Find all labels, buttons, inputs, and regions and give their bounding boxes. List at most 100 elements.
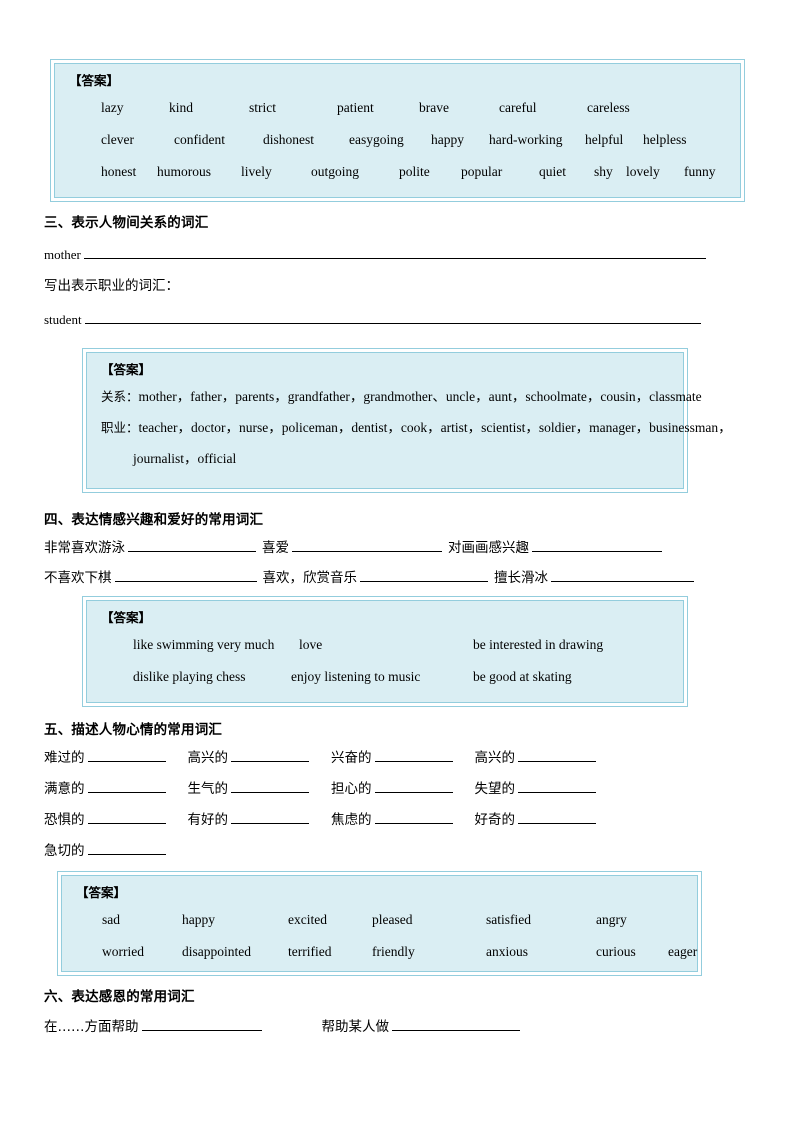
answer-word: brave — [419, 100, 449, 115]
answer-word: happy — [431, 132, 464, 147]
section5-fill-row: 难过的 高兴的 兴奋的 高兴的 — [44, 748, 596, 766]
answer-word: dislike playing chess — [133, 669, 246, 684]
blank-line[interactable] — [141, 1017, 262, 1031]
jobs-label: 职业： — [101, 420, 139, 435]
answer-word: dishonest — [263, 132, 315, 147]
blank-line[interactable] — [532, 538, 662, 552]
fill-label: 担心的 — [331, 781, 372, 797]
answer-word: popular — [461, 164, 503, 179]
answer-row: clever confident dishonest easygoing happy ha… — [55, 124, 740, 156]
blank-line[interactable] — [551, 568, 694, 582]
blank-line[interactable] — [87, 748, 166, 762]
blank-line[interactable] — [87, 810, 166, 824]
fill-label: 有好的 — [187, 812, 229, 828]
blank-line[interactable] — [374, 748, 453, 762]
fill-label: 好奇的 — [474, 812, 516, 828]
worksheet-page: 【答案】 lazy kind strict patient brave careful ca… — [0, 0, 794, 1123]
section-heading-3: 三、表示人物间关系的词汇 — [44, 215, 209, 231]
answer-word: shy — [594, 164, 613, 179]
answer-word: confident — [174, 132, 225, 147]
answer-word: lazy — [101, 100, 124, 115]
answer-word: humorous — [157, 164, 211, 179]
label-student: student — [44, 312, 82, 327]
answer-word: hard-working — [489, 132, 563, 147]
answer-word: excited — [288, 912, 327, 927]
fill-label: 满意的 — [44, 781, 85, 797]
answer-word: easygoing — [349, 132, 404, 147]
blank-line[interactable] — [84, 310, 701, 324]
answer-word: eager — [668, 944, 698, 959]
fill-label: 高兴的 — [187, 750, 229, 766]
answer-word: strict — [249, 100, 276, 115]
answer-word: friendly — [372, 944, 415, 959]
blank-line[interactable] — [374, 779, 453, 793]
answer-row: lazy kind strict patient brave careful careles… — [55, 92, 740, 124]
answer-word: lovely — [626, 164, 660, 179]
fill-label: 不喜欢下棋 — [44, 570, 112, 586]
answer-word: careful — [499, 100, 537, 115]
answer-row: honest humorous lively outgoing polite popula… — [55, 156, 740, 188]
blank-line[interactable] — [518, 810, 596, 824]
answer-box-personality: 【答案】 lazy kind strict patient brave careful ca… — [50, 59, 745, 202]
blank-line[interactable] — [87, 841, 166, 855]
section3-line-mother: mother — [44, 245, 707, 263]
blank-line[interactable] — [231, 779, 309, 793]
answer-word: love — [299, 637, 323, 652]
answer-word: helpless — [643, 132, 687, 147]
answer-label: 【答案】 — [69, 73, 120, 88]
blank-line[interactable] — [84, 245, 707, 259]
blank-line[interactable] — [292, 538, 442, 552]
section3-line-student: student — [44, 310, 701, 328]
answer-word: helpful — [585, 132, 624, 147]
fill-label: 帮助某人做 — [321, 1019, 390, 1035]
blank-line[interactable] — [360, 568, 488, 582]
fill-label: 喜爱 — [262, 540, 289, 556]
answer-word: outgoing — [311, 164, 360, 179]
answer-word: terrified — [288, 944, 332, 959]
answer-word: angry — [596, 912, 627, 927]
blank-line[interactable] — [518, 748, 596, 762]
blank-line[interactable] — [87, 779, 166, 793]
fill-label: 急切的 — [44, 843, 85, 859]
answer-word: satisfied — [486, 912, 531, 927]
fill-label: 难过的 — [44, 750, 85, 766]
fill-label: 失望的 — [474, 781, 516, 797]
blank-line[interactable] — [128, 538, 256, 552]
fill-label: 非常喜欢游泳 — [44, 540, 125, 556]
fill-label: 在……方面帮助 — [44, 1019, 139, 1035]
answer-word: pleased — [372, 912, 413, 927]
answer-word: polite — [399, 164, 430, 179]
answer-word: funny — [684, 164, 716, 179]
answer-box-moods: 【答案】 sad happy excited pleased satisfied angr… — [57, 871, 702, 976]
answer-word: like swimming very much — [133, 637, 275, 652]
answer-word: kind — [169, 100, 194, 115]
section5-fill-row: 恐惧的 有好的 焦虑的 好奇的 — [44, 810, 596, 828]
section6-fill-row: 在……方面帮助 帮助某人做 — [44, 1017, 520, 1035]
answer-label: 【答案】 — [101, 610, 152, 625]
fill-label: 对画画感兴趣 — [448, 540, 529, 556]
answer-label: 【答案】 — [101, 362, 152, 377]
answer-word: honest — [101, 164, 137, 179]
section4-fill-row: 不喜欢下棋 喜欢，欣赏音乐 擅长滑冰 — [44, 568, 694, 586]
jobs-value: teacher，doctor，nurse，policeman，dentist，c… — [138, 420, 732, 435]
answer-word: enjoy listening to music — [291, 669, 421, 684]
answer-word: be good at skating — [473, 669, 572, 684]
answer-line-relations: 关系：mother，father，parents，grandfather，gra… — [87, 381, 702, 412]
blank-line[interactable] — [518, 779, 596, 793]
answer-word: lively — [241, 164, 272, 179]
answer-word: curious — [596, 944, 636, 959]
blank-line[interactable] — [231, 748, 309, 762]
answer-line-jobs: 职业：teacher，doctor，nurse，policeman，dentis… — [87, 412, 732, 443]
label-mother: mother — [44, 247, 81, 262]
answer-word: sad — [102, 912, 120, 927]
blank-line[interactable] — [231, 810, 309, 824]
answer-row: dislike playing chess enjoy listening to … — [87, 661, 683, 693]
blank-line[interactable] — [392, 1017, 520, 1031]
section-heading-6: 六、表达感恩的常用词汇 — [44, 989, 195, 1005]
answer-box-hobbies: 【答案】 like swimming very much love be inter… — [82, 596, 688, 707]
blank-line[interactable] — [374, 810, 453, 824]
blank-line[interactable] — [114, 568, 257, 582]
fill-label: 擅长滑冰 — [494, 570, 548, 586]
section-heading-5: 五、描述人物心情的常用词汇 — [44, 722, 223, 738]
fill-label: 兴奋的 — [331, 750, 372, 766]
